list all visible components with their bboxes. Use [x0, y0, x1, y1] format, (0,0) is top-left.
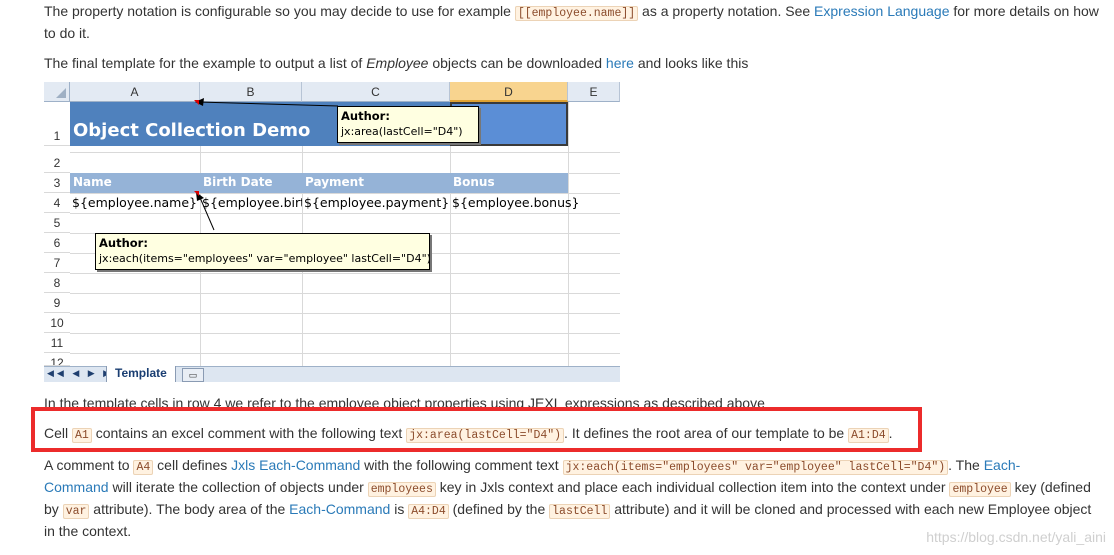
para-text: attribute). The body area of the	[89, 501, 290, 517]
para-text: is	[390, 501, 409, 517]
comment-a4-line-4: in the context.	[44, 523, 132, 539]
employee-emphasis: Employee	[366, 55, 429, 71]
comment-author: Author:	[341, 109, 390, 123]
sheet-tab-bar: ◀◀ ◀ ▶ ▶▶ Template ▭	[44, 366, 620, 382]
para-text: and looks like this	[633, 55, 749, 71]
intro-line-2: to do it.	[44, 25, 90, 41]
para-text: by	[44, 501, 63, 517]
intro-line-1: The property notation is configurable so…	[44, 0, 1099, 25]
para-text: The final template for the example to ou…	[44, 55, 367, 71]
para-text: key (defined	[1010, 479, 1091, 495]
intro-text: as a property notation. See	[638, 3, 815, 19]
inline-code: jx:each(items="employees" var="employee"…	[562, 460, 949, 475]
inline-code: A4	[133, 460, 154, 475]
para-text: attribute) and it will be cloned and pro…	[610, 501, 1092, 517]
each-command-link[interactable]: Each-Command	[289, 501, 390, 517]
inline-code: employee	[949, 482, 1011, 497]
comment-arrow-1	[197, 101, 339, 107]
inline-code: [[employee.name]]	[514, 6, 639, 21]
comment-author: Author:	[99, 236, 148, 250]
para-text: will iterate the collection of objects u…	[108, 479, 368, 495]
para-text: . The	[948, 457, 984, 473]
inline-code: var	[62, 504, 90, 519]
jxls-each-command-link[interactable]: Jxls Each-Command	[231, 457, 360, 473]
inline-code: lastCell	[549, 504, 611, 519]
sheet-tab-template[interactable]: Template	[106, 366, 176, 382]
comment-a4-line-3: by var attribute). The body area of the …	[44, 498, 1091, 523]
each-command-link[interactable]: Each-	[984, 457, 1021, 473]
comment-area: Author: jx:area(lastCell="D4")	[337, 106, 479, 143]
download-here-link[interactable]: here	[606, 55, 634, 71]
excel-template-image: A B C D E Object Collection Demo Name Bi…	[44, 82, 620, 382]
comment-arrows	[194, 98, 339, 231]
comment-indicator-icon	[194, 100, 199, 105]
para-text: objects can be downloaded	[428, 55, 606, 71]
para-text: (defined by the	[448, 501, 550, 517]
final-template-para: The final template for the example to ou…	[44, 52, 748, 74]
intro-text: for more details on how	[949, 3, 1099, 19]
insert-sheet-icon[interactable]: ▭	[182, 368, 204, 382]
inline-code: employees	[367, 482, 436, 497]
red-highlight-box	[31, 407, 922, 452]
inline-code: A4:D4	[408, 504, 449, 519]
para-text: A comment to	[44, 457, 134, 473]
para-text: key in Jxls context and place each indiv…	[435, 479, 950, 495]
comment-text: jx:each(items="employees" var="employee"…	[99, 252, 431, 265]
para-text: with the following comment text	[360, 457, 563, 473]
watermark: https://blog.csdn.net/yali_aini	[926, 529, 1106, 545]
each-command-link[interactable]: Command	[44, 479, 109, 495]
comment-each: Author: jx:each(items="employees" var="e…	[95, 233, 431, 270]
para-text: cell defines	[153, 457, 232, 473]
expression-language-link[interactable]: Expression Language	[814, 3, 949, 19]
intro-text: The property notation is configurable so…	[44, 3, 515, 19]
comment-text: jx:area(lastCell="D4")	[341, 125, 463, 138]
